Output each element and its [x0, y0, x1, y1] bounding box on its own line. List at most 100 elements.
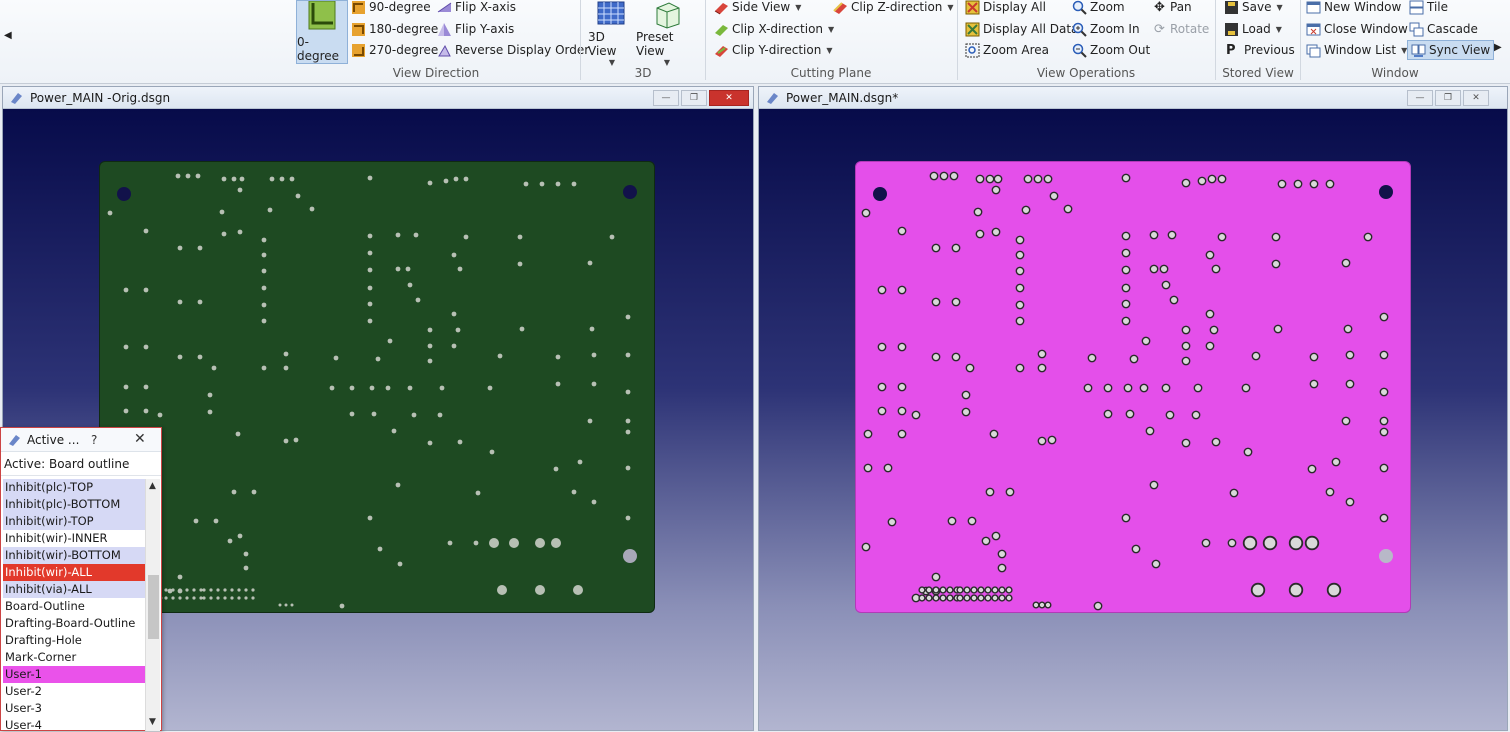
- pcb-hole: [261, 365, 267, 371]
- right-window-close-button[interactable]: ✕: [1463, 90, 1489, 106]
- rotate-90-icon: [352, 0, 365, 14]
- display-all-button[interactable]: Display All: [965, 0, 1046, 17]
- left-pcb-board[interactable]: [99, 161, 655, 613]
- pcb-hole: [965, 363, 975, 373]
- layer-item[interactable]: Drafting-Hole: [3, 632, 145, 649]
- previous-view-button[interactable]: P Previous: [1226, 40, 1295, 60]
- ninety-degree-button[interactable]: 90-degree: [351, 0, 431, 17]
- pcb-hole: [427, 343, 433, 349]
- scrollbar-thumb[interactable]: [148, 575, 159, 639]
- pcb-hole: [199, 596, 203, 600]
- pcb-hole: [329, 385, 335, 391]
- pcb-hole: [211, 365, 217, 371]
- layer-item[interactable]: Mark-Corner: [3, 649, 145, 666]
- left-window-minimize-button[interactable]: —: [653, 90, 679, 106]
- zoom-button[interactable]: Zoom: [1072, 0, 1125, 17]
- pcb-hole: [1015, 266, 1025, 276]
- help-icon[interactable]: ?: [91, 433, 97, 447]
- layer-item[interactable]: User-4: [3, 717, 145, 732]
- close-window-button[interactable]: Close Window: [1306, 19, 1408, 39]
- right-canvas[interactable]: [759, 109, 1507, 730]
- save-view-dropdown-icon[interactable]: ▼: [1276, 3, 1282, 12]
- pan-button[interactable]: ✥ Pan: [1152, 0, 1192, 17]
- left-window-restore-button[interactable]: ❐: [681, 90, 707, 106]
- sync-view-button[interactable]: Sync View: [1407, 40, 1495, 60]
- zoom-area-button[interactable]: Zoom Area: [965, 40, 1049, 60]
- clip-z-button[interactable]: Clip Z-direction ▼: [833, 0, 954, 17]
- two-seventy-degree-button[interactable]: 270-degree: [351, 40, 438, 60]
- left-window-close-button[interactable]: ✕: [709, 90, 749, 106]
- flip-y-button[interactable]: Flip Y-axis: [437, 19, 514, 39]
- layer-item[interactable]: User-1: [3, 666, 145, 683]
- pcb-hole: [1121, 265, 1131, 275]
- layer-item[interactable]: Inhibit(wir)-BOTTOM: [3, 547, 145, 564]
- ribbon-scroll-right-icon[interactable]: ▶: [1494, 42, 1506, 58]
- pcb-hole: [369, 385, 375, 391]
- cascade-button[interactable]: Cascade: [1409, 19, 1478, 39]
- one-eighty-degree-label: 180-degree: [369, 22, 439, 36]
- right-pcb-board[interactable]: [855, 161, 1411, 613]
- zoom-in-button[interactable]: Zoom In: [1072, 19, 1140, 39]
- layer-item[interactable]: Board-Outline: [3, 598, 145, 615]
- layer-item[interactable]: Inhibit(plc)-TOP: [3, 479, 145, 496]
- pcb-hole: [1345, 350, 1355, 360]
- save-view-button[interactable]: Save ▼: [1224, 0, 1283, 17]
- side-view-button[interactable]: Side View ▼: [714, 0, 801, 17]
- pcb-hole: [123, 344, 129, 350]
- right-window-titlebar[interactable]: Power_MAIN.dsgn*: [759, 87, 1507, 109]
- pcb-hole: [1288, 582, 1304, 598]
- layer-item[interactable]: User-3: [3, 700, 145, 717]
- layer-item[interactable]: Inhibit(wir)-ALL: [3, 564, 145, 581]
- window-list-button[interactable]: Window List ▼: [1306, 40, 1407, 60]
- pcb-hole: [977, 594, 985, 602]
- layer-panel-close-icon[interactable]: ✕: [134, 431, 146, 447]
- layer-item[interactable]: Inhibit(wir)-INNER: [3, 530, 145, 547]
- scroll-down-icon[interactable]: ▼: [149, 717, 156, 727]
- pcb-hole: [230, 596, 234, 600]
- new-window-button[interactable]: New Window: [1306, 0, 1401, 17]
- pcb-hole: [1083, 383, 1093, 393]
- layer-list-scrollbar[interactable]: ▲ ▼: [145, 479, 160, 731]
- pcb-hole: [171, 596, 175, 600]
- pcb-hole: [1243, 447, 1253, 457]
- preset-view-button[interactable]: Preset View ▼: [636, 0, 696, 67]
- pcb-hole: [185, 596, 189, 600]
- one-eighty-degree-button[interactable]: 180-degree: [351, 19, 438, 39]
- clip-y-button[interactable]: Clip Y-direction ▼: [714, 40, 832, 60]
- layer-item[interactable]: Inhibit(via)-ALL: [3, 581, 145, 598]
- clip-x-dropdown-icon[interactable]: ▼: [828, 25, 834, 34]
- layer-item[interactable]: Inhibit(plc)-BOTTOM: [3, 496, 145, 513]
- pcb-hole: [243, 565, 249, 571]
- three-d-group-label: 3D: [634, 66, 652, 80]
- load-view-dropdown-icon[interactable]: ▼: [1276, 25, 1282, 34]
- three-d-view-button[interactable]: 3D View ▼: [588, 0, 634, 67]
- right-window-restore-button[interactable]: ❐: [1435, 90, 1461, 106]
- pcb-hole: [1209, 325, 1219, 335]
- layer-item[interactable]: Drafting-Board-Outline: [3, 615, 145, 632]
- reverse-display-order-button[interactable]: Reverse Display Order: [437, 40, 589, 60]
- scroll-up-icon[interactable]: ▲: [149, 481, 156, 491]
- load-view-button[interactable]: Load ▼: [1224, 19, 1282, 39]
- zero-degree-button[interactable]: 0-degree: [296, 0, 348, 64]
- pcb-hole: [939, 594, 947, 602]
- zoom-out-button[interactable]: Zoom Out: [1072, 40, 1150, 60]
- layer-list[interactable]: Inhibit(plc)-TOP Inhibit(plc)-BOTTOM Inhib…: [3, 479, 145, 732]
- flip-x-button[interactable]: Flip X-axis: [437, 0, 516, 17]
- side-view-dropdown-icon[interactable]: ▼: [795, 3, 801, 12]
- right-window-minimize-button[interactable]: —: [1407, 90, 1433, 106]
- layer-item[interactable]: Inhibit(wir)-TOP: [3, 513, 145, 530]
- pcb-hole: [1217, 174, 1227, 184]
- clip-x-button[interactable]: Clip X-direction ▼: [714, 19, 834, 39]
- ribbon-scroll-left-icon[interactable]: ◀: [4, 30, 16, 46]
- clip-y-dropdown-icon[interactable]: ▼: [826, 46, 832, 55]
- pcb-hole: [244, 596, 248, 600]
- tile-button[interactable]: Tile: [1409, 0, 1448, 17]
- display-all-data-button[interactable]: Display All Data: [965, 19, 1078, 39]
- layer-item[interactable]: User-2: [3, 683, 145, 700]
- left-window-titlebar[interactable]: Power_MAIN -Orig.dsgn: [3, 87, 753, 109]
- pcb-hole: [427, 327, 433, 333]
- pcb-hole: [1005, 586, 1013, 594]
- pcb-hole: [367, 267, 373, 273]
- clip-z-dropdown-icon[interactable]: ▼: [947, 3, 953, 12]
- pcb-hole: [475, 490, 481, 496]
